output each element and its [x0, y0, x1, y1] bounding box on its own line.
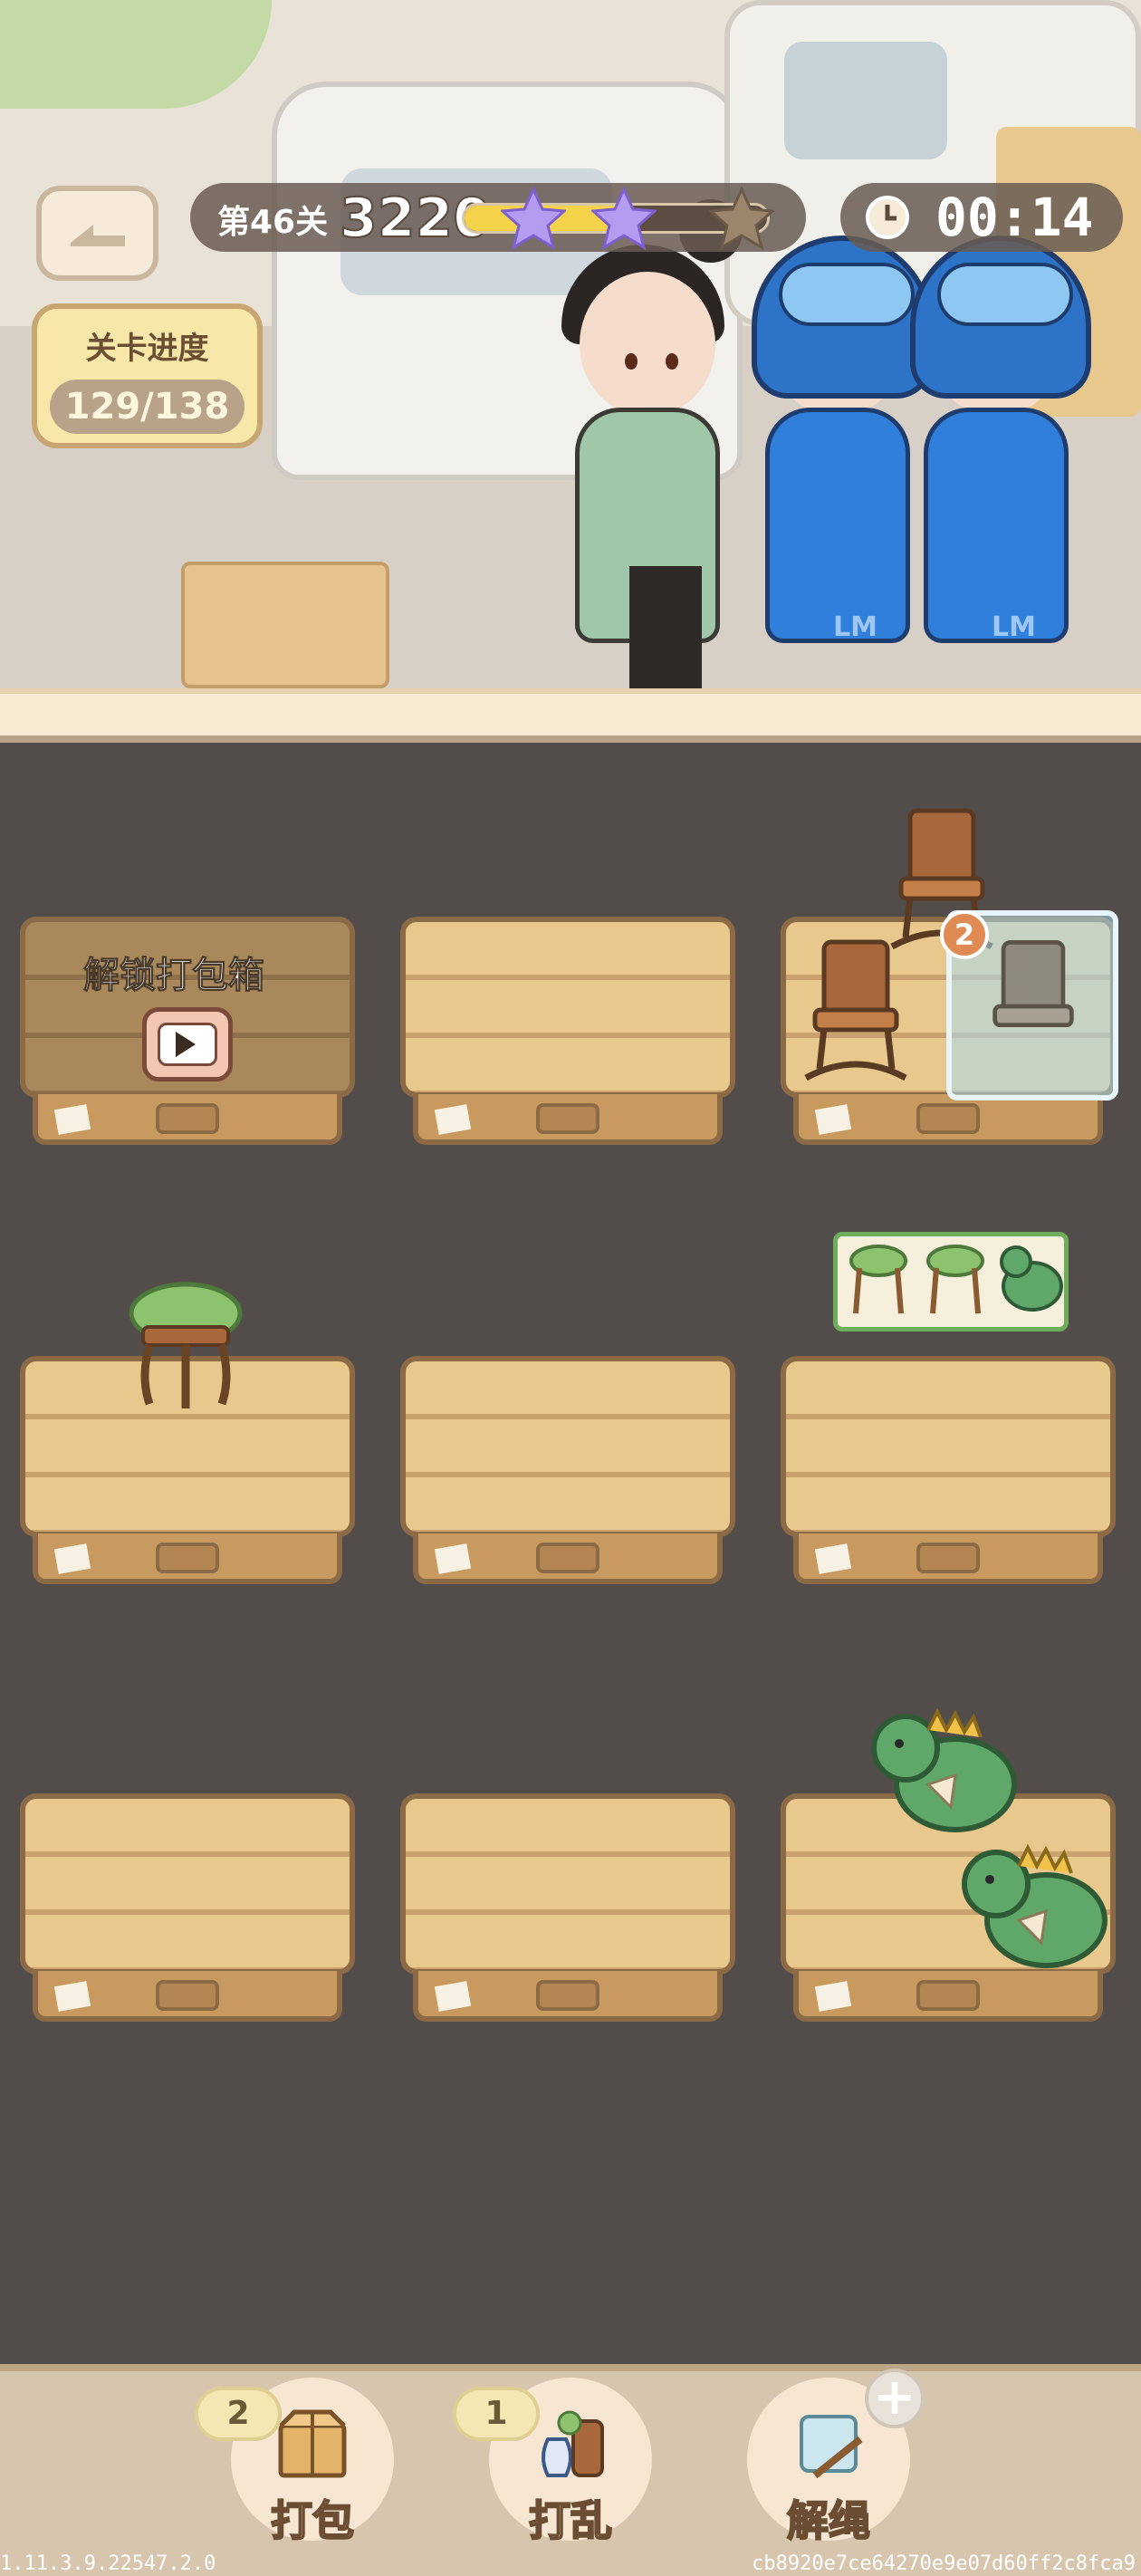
green-stool-item[interactable] — [127, 1277, 244, 1413]
star-icon-3 — [709, 186, 774, 251]
add-plus-icon[interactable]: + — [865, 2369, 925, 2428]
timer-value: 00:14 — [935, 187, 1094, 248]
star-icon-2 — [591, 186, 657, 251]
cardboard-box — [181, 562, 389, 688]
pack-slot-r3c1[interactable] — [20, 1793, 355, 2029]
star-icon-1 — [501, 186, 566, 251]
level-progress-card: 关卡进度 129/138 — [32, 303, 263, 448]
customer-character — [561, 199, 743, 697]
level-progress-title: 关卡进度 — [85, 331, 209, 367]
clock-icon — [866, 196, 909, 239]
pack-tool-button[interactable]: 2 打包 — [195, 2378, 394, 2546]
untie-tool-button[interactable]: + 解绳 — [747, 2369, 925, 2546]
untie-rope-icon — [800, 2415, 863, 2479]
pack-slot-r3c2[interactable] — [400, 1793, 735, 2029]
shuffle-tool-label: 打乱 — [528, 2495, 613, 2546]
grass-patch — [0, 0, 272, 109]
rocking-chair-icon — [992, 940, 1074, 1028]
glass-count-badge: 2 — [940, 910, 989, 959]
shuffle-tool-button[interactable]: 1 打乱 — [453, 2378, 652, 2546]
back-button[interactable] — [36, 186, 158, 281]
stool-icon — [849, 1245, 907, 1314]
timer-pill: 00:14 — [840, 183, 1123, 252]
score-progress-track — [462, 186, 774, 251]
version-text: 1.11.3.9.22547.2.0 — [0, 2552, 216, 2575]
pack-slot-r2c3[interactable] — [781, 1356, 1116, 1591]
level-score-bar: 第46关 3220 — [190, 183, 806, 252]
unlock-slot-label: 解锁打包箱 — [83, 955, 265, 997]
pack-tool-count: 2 — [195, 2387, 282, 2441]
stool-icon — [926, 1245, 984, 1314]
shuffle-tool-count: 1 — [453, 2387, 540, 2441]
locked-pack-slot[interactable]: 解锁打包箱 — [20, 917, 355, 1152]
dinosaur-plush-item[interactable] — [865, 1703, 1019, 1839]
pack-tool-label: 打包 — [270, 2495, 355, 2546]
courier-character-1: LM — [752, 235, 933, 688]
level-progress-value: 129/138 — [50, 380, 244, 434]
dinosaur-plush-icon — [1000, 1245, 1063, 1312]
package-box-icon — [278, 2409, 347, 2478]
order-tray — [833, 1232, 1069, 1331]
pack-slot-r1c2[interactable] — [400, 917, 735, 1152]
counter-ledge — [0, 688, 1141, 743]
pack-slot-r2c2[interactable] — [400, 1356, 735, 1591]
shuffle-vase-icon — [542, 2410, 604, 2477]
level-label: 第46关 — [217, 204, 329, 241]
dinosaur-plush-item[interactable] — [955, 1839, 1109, 1975]
build-hash-text: cb8920e7ce64270e9e07d60ff2c8fca9 — [752, 2552, 1136, 2575]
courier-character-2: LM — [910, 235, 1091, 688]
untie-tool-label: 解绳 — [786, 2495, 871, 2546]
watch-ad-video-icon[interactable] — [142, 1007, 233, 1081]
back-arrow-icon — [70, 224, 125, 246]
rocking-chair-item[interactable] — [797, 933, 915, 1087]
